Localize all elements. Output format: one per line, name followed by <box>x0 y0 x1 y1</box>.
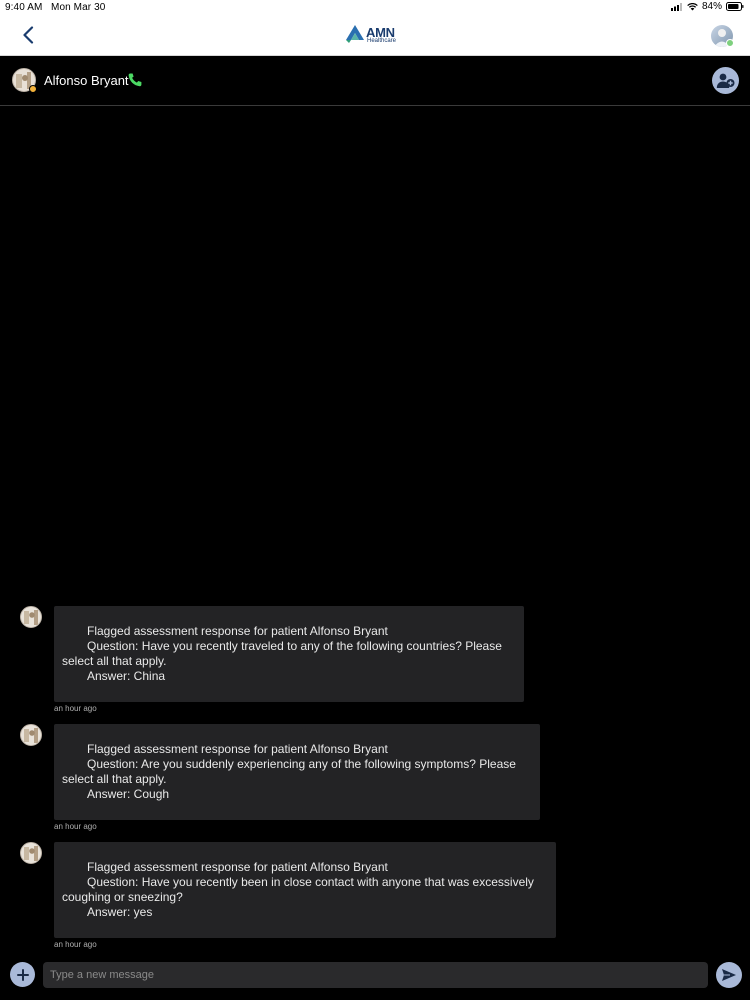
message-timestamp: an hour ago <box>54 940 97 949</box>
logo-mark-icon <box>346 25 364 43</box>
signal-icon <box>670 2 682 11</box>
message-answer: Answer: yes <box>87 905 153 919</box>
attach-button[interactable] <box>10 962 35 987</box>
message-input[interactable] <box>43 962 708 988</box>
person-photo-icon <box>24 728 38 743</box>
battery-percent: 84% <box>701 1 722 12</box>
message-question-line1: Question: Have you recently been in clos… <box>87 875 534 889</box>
back-button[interactable] <box>16 22 40 48</box>
message-answer: Answer: Cough <box>87 787 170 801</box>
battery-icon <box>726 2 744 11</box>
message-bubble: Flagged assessment response for patient … <box>54 606 524 702</box>
message-question-line2: select all that apply. <box>62 654 167 668</box>
status-indicators: 84% <box>670 1 744 12</box>
message-question-line2: select all that apply. <box>62 772 167 786</box>
call-button[interactable] <box>127 72 143 88</box>
message-bubble: Flagged assessment response for patient … <box>54 842 556 938</box>
add-person-icon <box>716 73 734 88</box>
message-answer: Answer: China <box>87 669 166 683</box>
message-question-line1: Question: Are you suddenly experiencing … <box>87 757 516 771</box>
person-photo-icon <box>24 610 38 625</box>
message-avatar <box>20 842 42 864</box>
logo-subtext: Healthcare <box>367 38 397 44</box>
top-bar: 9:40 AM Mon Mar 30 84% AMN Healthcare <box>0 0 750 56</box>
chevron-left-icon <box>23 26 34 44</box>
message-timestamp: an hour ago <box>54 704 97 713</box>
message-title: Flagged assessment response for patient … <box>87 624 388 638</box>
phone-icon <box>128 73 142 87</box>
send-icon <box>722 969 736 981</box>
status-time: 9:40 AM Mon Mar 30 <box>5 2 105 13</box>
message-question-line2: coughing or sneezing? <box>62 890 183 904</box>
amn-logo: AMN Healthcare <box>342 21 408 51</box>
person-photo-icon <box>24 846 38 861</box>
message-avatar <box>20 724 42 746</box>
wifi-icon <box>687 2 698 10</box>
status-date-text: Mon Mar 30 <box>51 2 106 13</box>
message-avatar <box>20 606 42 628</box>
status-time-text: 9:40 AM <box>5 2 43 13</box>
message-title: Flagged assessment response for patient … <box>87 742 388 756</box>
send-button[interactable] <box>716 962 742 988</box>
message-title: Flagged assessment response for patient … <box>87 860 388 874</box>
message-question-line1: Question: Have you recently traveled to … <box>87 639 502 653</box>
contact-status-dot <box>29 85 37 93</box>
online-status-dot <box>726 39 734 47</box>
contact-name: Alfonso Bryant <box>44 73 129 88</box>
message-timestamp: an hour ago <box>54 822 97 831</box>
conversation-header: Alfonso Bryant <box>0 56 750 106</box>
add-participant-button[interactable] <box>712 67 739 94</box>
plus-icon <box>16 968 29 981</box>
message-bubble: Flagged assessment response for patient … <box>54 724 540 820</box>
